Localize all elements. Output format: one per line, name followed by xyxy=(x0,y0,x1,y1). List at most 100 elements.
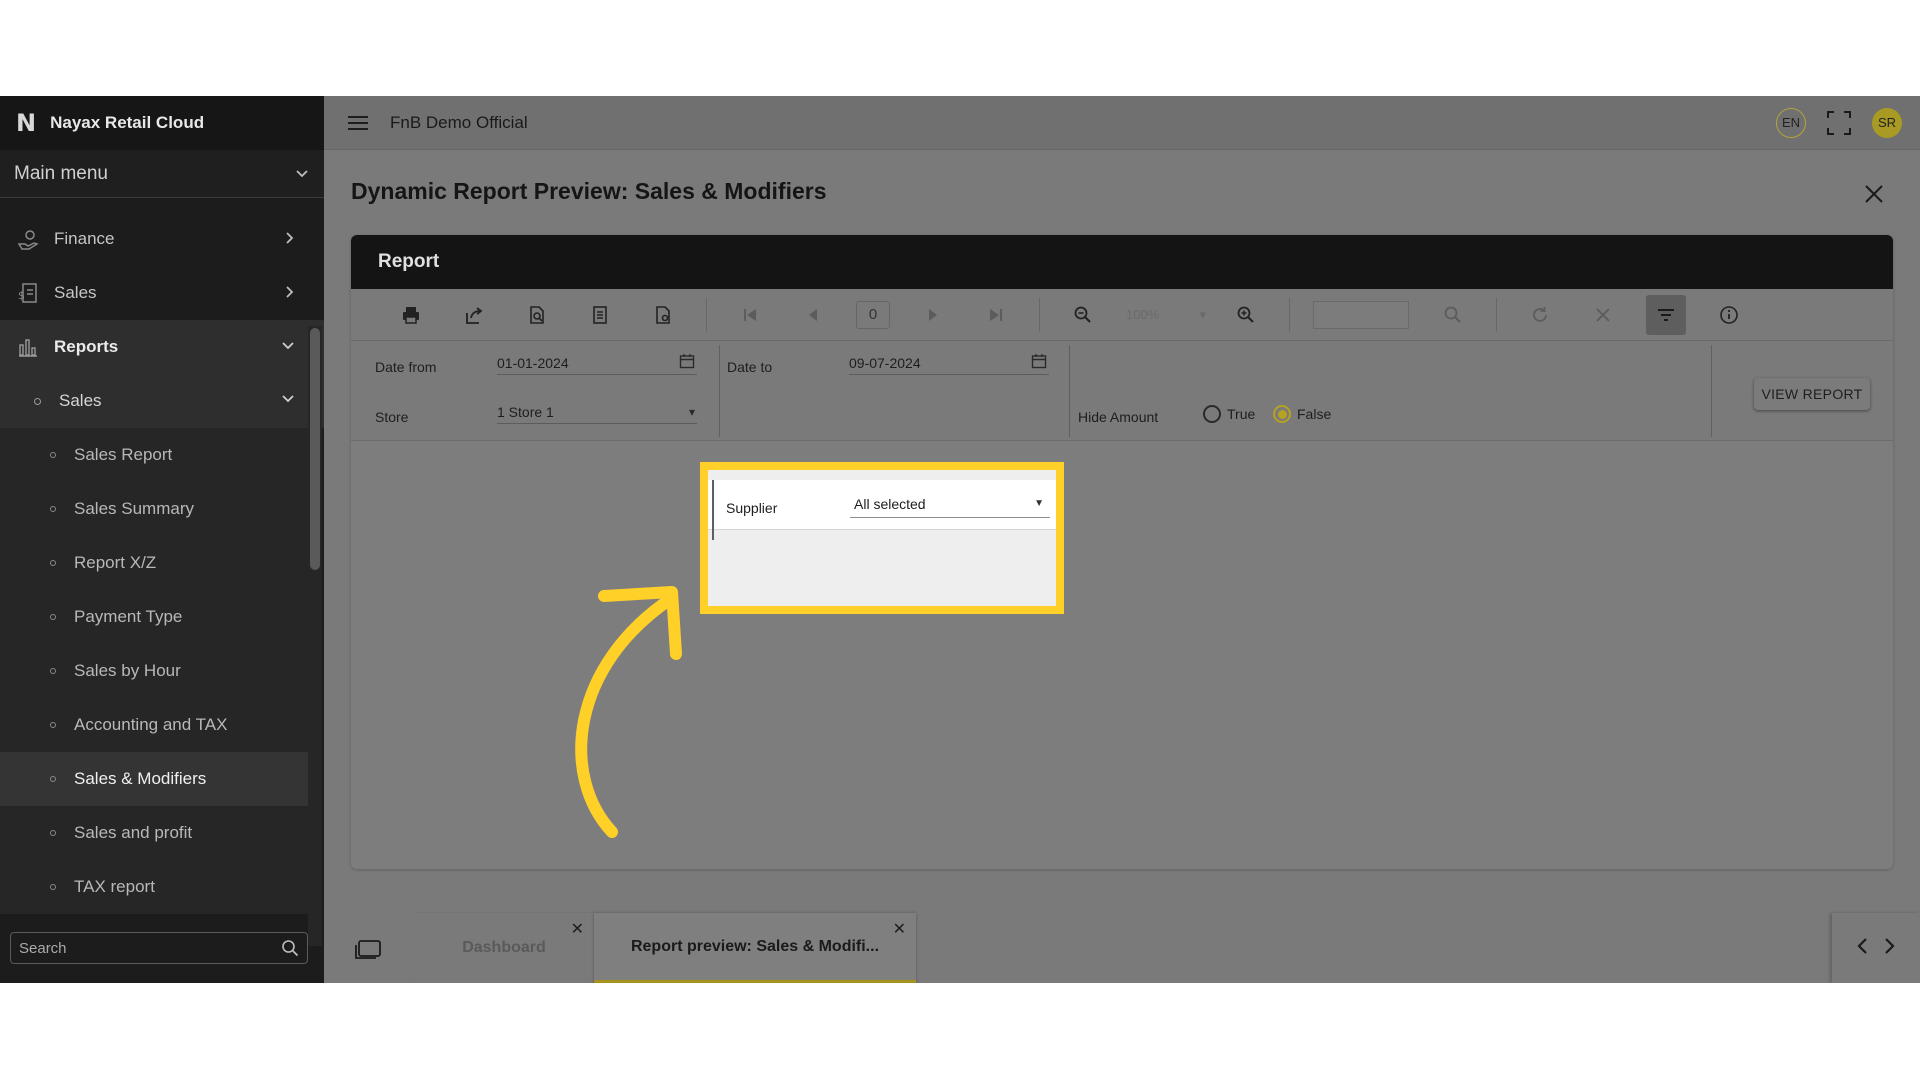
report-toolbar: 0 100% ▾ xyxy=(351,289,1893,341)
bullet-icon xyxy=(50,884,56,890)
filter-icon[interactable] xyxy=(1646,294,1686,335)
page-number-input[interactable]: 0 xyxy=(856,300,890,329)
toolbar-divider xyxy=(1289,297,1290,332)
toolbar-divider xyxy=(706,297,707,332)
chevron-down-icon xyxy=(280,339,296,356)
bullet-icon xyxy=(50,722,56,728)
chevron-right-icon[interactable] xyxy=(1884,935,1896,961)
sidebar-leaf-label: TAX report xyxy=(74,877,155,896)
chevron-down-icon xyxy=(296,169,308,177)
sidebar-scrollbar[interactable] xyxy=(310,328,320,570)
bullet-icon xyxy=(34,397,41,405)
calendar-icon[interactable] xyxy=(679,353,695,372)
date-to-label: Date to xyxy=(727,359,773,375)
view-report-button[interactable]: VIEW REPORT xyxy=(1754,378,1870,410)
cancel-icon[interactable] xyxy=(1583,295,1623,335)
bullet-icon xyxy=(50,506,56,512)
sidebar-subitem-sales[interactable]: Sales xyxy=(0,374,324,428)
bullet-icon xyxy=(50,452,56,458)
report-search-input[interactable] xyxy=(1313,300,1409,329)
close-icon[interactable] xyxy=(1864,180,1884,211)
sidebar-leaf-sales-summary[interactable]: Sales Summary xyxy=(0,482,308,536)
supplier-value: All selected xyxy=(854,495,926,512)
store-select[interactable]: 1 Store 1 ▾ xyxy=(497,400,697,424)
bullet-icon xyxy=(50,830,56,836)
supplier-select[interactable]: All selected ▼ xyxy=(850,490,1050,518)
first-page-icon[interactable] xyxy=(730,295,770,335)
hide-amount-label: Hide Amount xyxy=(1078,409,1159,425)
user-avatar[interactable]: SR xyxy=(1872,107,1902,138)
search-icon[interactable] xyxy=(281,939,299,957)
bottom-tab-bar: Dashboard ✕ Report preview: Sales & Modi… xyxy=(324,913,1920,983)
param-divider xyxy=(719,345,720,437)
sidebar-item-label: Sales xyxy=(54,283,97,302)
calendar-icon[interactable] xyxy=(1031,353,1047,372)
sidebar-search-input[interactable] xyxy=(19,939,281,957)
zoom-out-icon[interactable] xyxy=(1063,295,1103,335)
page-title: Dynamic Report Preview: Sales & Modifier… xyxy=(351,178,827,204)
caret-down-icon: ▾ xyxy=(1199,306,1206,322)
bullet-icon xyxy=(50,614,56,620)
search-icon[interactable] xyxy=(1433,295,1473,335)
sidebar-item-finance[interactable]: Finance xyxy=(0,212,324,266)
sidebar-leaf-payment-type[interactable]: Payment Type xyxy=(0,590,308,644)
caret-down-icon: ▼ xyxy=(1034,498,1044,509)
finance-icon xyxy=(16,227,40,251)
sidebar-subitem-label: Sales xyxy=(59,391,102,410)
fullscreen-icon[interactable] xyxy=(1826,110,1852,136)
next-page-icon[interactable] xyxy=(913,295,953,335)
zoom-in-icon[interactable] xyxy=(1226,295,1266,335)
sidebar-item-sales[interactable]: $ Sales xyxy=(0,266,324,320)
sidebar-leaf-sales-profit[interactable]: Sales and profit xyxy=(0,806,308,860)
sidebar-leaf-sales-by-hour[interactable]: Sales by Hour xyxy=(0,644,308,698)
sidebar-leaf-sales-modifiers[interactable]: Sales & Modifiers xyxy=(0,752,308,806)
document-search-icon[interactable] xyxy=(517,295,557,335)
zoom-select[interactable]: 100% ▾ xyxy=(1126,301,1206,329)
main-menu-toggle[interactable]: Main menu xyxy=(0,150,324,198)
chevron-left-icon[interactable] xyxy=(1856,935,1868,961)
document-icon[interactable] xyxy=(580,295,620,335)
sidebar-leaf-label: Accounting and TAX xyxy=(74,715,228,734)
sidebar-search xyxy=(10,932,308,964)
windows-icon[interactable] xyxy=(354,939,382,961)
tab-report-preview[interactable]: Report preview: Sales & Modifi... ✕ xyxy=(594,913,916,983)
store-value: 1 Store 1 xyxy=(497,403,554,420)
bullet-icon xyxy=(50,668,56,674)
export-icon[interactable] xyxy=(454,295,494,335)
print-icon[interactable] xyxy=(391,295,431,335)
close-tab-icon[interactable]: ✕ xyxy=(893,919,906,939)
sidebar-report-list: Sales Report Sales Summary Report X/Z Pa… xyxy=(0,428,324,914)
last-page-icon[interactable] xyxy=(976,295,1016,335)
sidebar-item-reports[interactable]: Reports xyxy=(0,320,324,374)
report-parameters: Date from 01-01-2024 Date to 09-07-2024 … xyxy=(351,341,1893,441)
previous-page-icon[interactable] xyxy=(793,295,833,335)
radio-false[interactable]: False xyxy=(1273,405,1331,423)
app-window: N Nayax Retail Cloud Main menu Finance $… xyxy=(0,96,1920,983)
info-icon[interactable] xyxy=(1709,295,1749,335)
sidebar-leaf-tax-report[interactable]: TAX report xyxy=(0,860,308,914)
radio-false-label: False xyxy=(1297,406,1332,422)
caret-down-icon: ▾ xyxy=(688,404,695,419)
date-to-field[interactable]: 09-07-2024 xyxy=(849,351,1049,375)
param-divider xyxy=(1069,345,1070,437)
store-label: Store xyxy=(375,409,409,425)
sidebar-leaf-label: Sales Report xyxy=(74,445,173,464)
language-button[interactable]: EN xyxy=(1776,107,1806,138)
nayax-logo: N xyxy=(16,109,37,137)
tab-dashboard[interactable]: Dashboard ✕ xyxy=(414,913,594,983)
document-settings-icon[interactable] xyxy=(643,295,683,335)
organization-name: FnB Demo Official xyxy=(390,112,528,132)
brand[interactable]: N Nayax Retail Cloud xyxy=(0,96,324,150)
bullet-icon xyxy=(50,560,56,566)
chevron-right-icon xyxy=(284,285,296,302)
radio-true[interactable]: True xyxy=(1203,405,1255,423)
date-from-field[interactable]: 01-01-2024 xyxy=(497,351,697,375)
sidebar-leaf-sales-report[interactable]: Sales Report xyxy=(0,428,308,482)
hamburger-menu-icon[interactable] xyxy=(348,115,368,130)
refresh-icon[interactable] xyxy=(1520,295,1560,335)
panel-header: Report xyxy=(351,235,1893,289)
sidebar-leaf-accounting-tax[interactable]: Accounting and TAX xyxy=(0,698,308,752)
annotation-arrow-icon xyxy=(575,586,682,838)
close-tab-icon[interactable]: ✕ xyxy=(571,919,584,939)
sidebar-leaf-report-xz[interactable]: Report X/Z xyxy=(0,536,308,590)
